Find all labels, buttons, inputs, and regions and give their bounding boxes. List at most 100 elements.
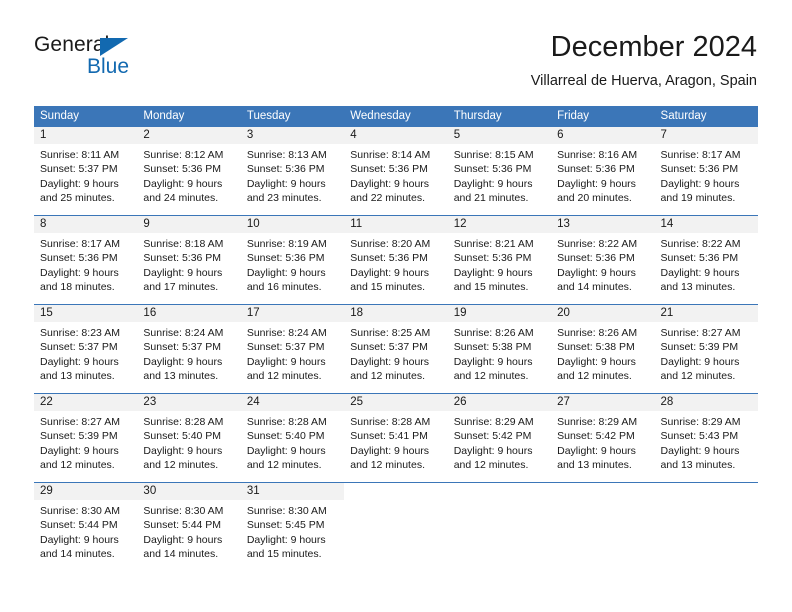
calendar-day-cell[interactable]: 18 Sunrise: 8:25 AM Sunset: 5:37 PM Dayl… <box>344 305 448 393</box>
calendar-day-cell[interactable]: 30 Sunrise: 8:30 AM Sunset: 5:44 PM Dayl… <box>137 483 241 572</box>
calendar-day-cell[interactable]: 11 Sunrise: 8:20 AM Sunset: 5:36 PM Dayl… <box>344 216 448 304</box>
daylight-line-2: and 12 minutes. <box>453 459 529 472</box>
daylight-line-1: Daylight: 9 hours <box>143 266 223 279</box>
generalblue-logo[interactable]: General Blue <box>34 33 204 89</box>
calendar-day-cell[interactable]: 22 Sunrise: 8:27 AM Sunset: 5:39 PM Dayl… <box>34 394 138 482</box>
daylight-line-1: Daylight: 9 hours <box>660 177 740 190</box>
sunrise-line: Sunrise: 8:29 AM <box>557 416 638 428</box>
day-details: Sunrise: 8:22 AM Sunset: 5:36 PM Dayligh… <box>551 234 654 295</box>
daylight-line-2: and 12 minutes. <box>350 459 425 472</box>
calendar-day-cell[interactable]: 7 Sunrise: 8:17 AM Sunset: 5:36 PM Dayli… <box>654 127 758 215</box>
day-number-bar: 15 <box>34 305 138 323</box>
calendar-week-row: 15 Sunrise: 8:23 AM Sunset: 5:37 PM Dayl… <box>34 305 758 394</box>
calendar-day-cell[interactable]: 9 Sunrise: 8:18 AM Sunset: 5:36 PM Dayli… <box>137 216 241 304</box>
day-number: 6 <box>557 129 564 141</box>
calendar-day-cell[interactable]: 14 Sunrise: 8:22 AM Sunset: 5:36 PM Dayl… <box>654 216 758 304</box>
day-details: Sunrise: 8:14 AM Sunset: 5:36 PM Dayligh… <box>344 145 447 206</box>
calendar-day-cell[interactable]: 12 Sunrise: 8:21 AM Sunset: 5:36 PM Dayl… <box>447 216 552 304</box>
title-block: December 2024 Villarreal de Huerva, Arag… <box>531 30 757 90</box>
sunset-line: Sunset: 5:36 PM <box>350 163 428 176</box>
day-number: 19 <box>453 307 467 319</box>
day-number: 2 <box>143 129 150 141</box>
calendar-day-cell[interactable]: 10 Sunrise: 8:19 AM Sunset: 5:36 PM Dayl… <box>240 216 345 304</box>
day-number: 12 <box>453 218 467 230</box>
day-number: 14 <box>660 218 674 230</box>
calendar-day-cell[interactable]: 3 Sunrise: 8:13 AM Sunset: 5:36 PM Dayli… <box>240 127 345 215</box>
calendar-day-cell[interactable]: 29 Sunrise: 8:30 AM Sunset: 5:44 PM Dayl… <box>34 483 138 572</box>
calendar-day-cell[interactable]: 1 Sunrise: 8:11 AM Sunset: 5:37 PM Dayli… <box>34 127 138 215</box>
calendar-day-cell-empty <box>344 483 448 572</box>
calendar-day-cell[interactable]: 17 Sunrise: 8:24 AM Sunset: 5:37 PM Dayl… <box>240 305 345 393</box>
daylight-line-1: Daylight: 9 hours <box>143 533 223 546</box>
calendar-day-cell[interactable]: 21 Sunrise: 8:27 AM Sunset: 5:39 PM Dayl… <box>654 305 758 393</box>
weekday-header-friday: Friday <box>557 110 590 122</box>
calendar-day-cell[interactable]: 2 Sunrise: 8:12 AM Sunset: 5:36 PM Dayli… <box>137 127 241 215</box>
day-number-bar: 21 <box>654 305 758 323</box>
daylight-line-1: Daylight: 9 hours <box>246 355 326 368</box>
daylight-line-2: and 13 minutes. <box>143 370 219 383</box>
day-number-bar: 8 <box>34 216 138 234</box>
calendar-day-cell[interactable]: 19 Sunrise: 8:26 AM Sunset: 5:38 PM Dayl… <box>447 305 552 393</box>
day-number-bar: 26 <box>447 394 552 412</box>
calendar-day-cell[interactable]: 28 Sunrise: 8:29 AM Sunset: 5:43 PM Dayl… <box>654 394 758 482</box>
day-number-bar: 19 <box>447 305 552 323</box>
calendar-day-cell[interactable]: 4 Sunrise: 8:14 AM Sunset: 5:36 PM Dayli… <box>344 127 448 215</box>
sunrise-line: Sunrise: 8:28 AM <box>350 416 431 428</box>
day-number-bar: 16 <box>137 305 241 323</box>
daylight-line-2: and 21 minutes. <box>453 192 529 205</box>
daylight-line-2: and 13 minutes. <box>40 370 115 383</box>
day-number-bar: 11 <box>344 216 448 234</box>
calendar-day-cell[interactable]: 5 Sunrise: 8:15 AM Sunset: 5:36 PM Dayli… <box>447 127 552 215</box>
calendar-day-cell[interactable]: 24 Sunrise: 8:28 AM Sunset: 5:40 PM Dayl… <box>240 394 345 482</box>
day-number: 8 <box>40 218 47 230</box>
sunset-line: Sunset: 5:36 PM <box>350 252 428 265</box>
sunrise-line: Sunrise: 8:27 AM <box>660 327 741 339</box>
daylight-line-2: and 16 minutes. <box>246 281 322 294</box>
daylight-line-1: Daylight: 9 hours <box>40 266 119 279</box>
sunset-line: Sunset: 5:41 PM <box>350 430 428 443</box>
sunset-line: Sunset: 5:38 PM <box>557 341 635 354</box>
day-number: 10 <box>246 218 260 230</box>
day-number: 21 <box>660 307 674 319</box>
day-number: 29 <box>40 485 53 497</box>
day-number: 25 <box>350 396 364 408</box>
daylight-line-2: and 15 minutes. <box>453 281 529 294</box>
sunset-line: Sunset: 5:36 PM <box>660 163 739 176</box>
calendar-day-cell[interactable]: 26 Sunrise: 8:29 AM Sunset: 5:42 PM Dayl… <box>447 394 552 482</box>
daylight-line-1: Daylight: 9 hours <box>660 355 740 368</box>
sunset-line: Sunset: 5:39 PM <box>40 430 118 443</box>
day-number-bar: 28 <box>654 394 758 412</box>
day-details: Sunrise: 8:22 AM Sunset: 5:36 PM Dayligh… <box>655 234 758 295</box>
day-number-bar: 29 <box>34 483 138 501</box>
sunrise-line: Sunrise: 8:21 AM <box>453 238 534 250</box>
day-details: Sunrise: 8:19 AM Sunset: 5:36 PM Dayligh… <box>241 234 344 295</box>
calendar-day-cell[interactable]: 6 Sunrise: 8:16 AM Sunset: 5:36 PM Dayli… <box>551 127 655 215</box>
calendar-day-cell[interactable]: 13 Sunrise: 8:22 AM Sunset: 5:36 PM Dayl… <box>551 216 655 304</box>
daylight-line-1: Daylight: 9 hours <box>557 355 636 368</box>
day-number-bar: 25 <box>344 394 448 412</box>
day-details: Sunrise: 8:29 AM Sunset: 5:42 PM Dayligh… <box>551 412 654 473</box>
calendar-day-cell[interactable]: 27 Sunrise: 8:29 AM Sunset: 5:42 PM Dayl… <box>551 394 655 482</box>
calendar-day-cell[interactable]: 8 Sunrise: 8:17 AM Sunset: 5:36 PM Dayli… <box>34 216 138 304</box>
calendar-day-cell[interactable]: 16 Sunrise: 8:24 AM Sunset: 5:37 PM Dayl… <box>137 305 241 393</box>
calendar-day-cell[interactable]: 20 Sunrise: 8:26 AM Sunset: 5:38 PM Dayl… <box>551 305 655 393</box>
day-number: 11 <box>350 218 363 230</box>
day-details: Sunrise: 8:15 AM Sunset: 5:36 PM Dayligh… <box>448 145 551 206</box>
calendar-week-row: 8 Sunrise: 8:17 AM Sunset: 5:36 PM Dayli… <box>34 216 758 305</box>
weekday-header-wednesday: Wednesday <box>350 110 411 122</box>
calendar-day-cell[interactable]: 23 Sunrise: 8:28 AM Sunset: 5:40 PM Dayl… <box>137 394 241 482</box>
sunset-line: Sunset: 5:36 PM <box>143 163 222 176</box>
weekday-header-saturday: Saturday <box>660 110 707 122</box>
calendar-week-row: 1 Sunrise: 8:11 AM Sunset: 5:37 PM Dayli… <box>34 127 758 216</box>
day-number: 26 <box>453 396 467 408</box>
sunrise-line: Sunrise: 8:30 AM <box>143 505 224 517</box>
daylight-line-1: Daylight: 9 hours <box>40 444 119 457</box>
daylight-line-2: and 20 minutes. <box>557 192 632 205</box>
calendar-day-cell[interactable]: 15 Sunrise: 8:23 AM Sunset: 5:37 PM Dayl… <box>34 305 138 393</box>
calendar-grid: Sunday Monday Tuesday Wednesday Thursday… <box>34 106 758 572</box>
calendar-weekday-header-row: Sunday Monday Tuesday Wednesday Thursday… <box>34 106 758 127</box>
daylight-line-2: and 13 minutes. <box>557 459 632 472</box>
calendar-day-cell[interactable]: 25 Sunrise: 8:28 AM Sunset: 5:41 PM Dayl… <box>344 394 448 482</box>
calendar-day-cell[interactable]: 31 Sunrise: 8:30 AM Sunset: 5:45 PM Dayl… <box>240 483 345 572</box>
day-details: Sunrise: 8:20 AM Sunset: 5:36 PM Dayligh… <box>344 234 447 295</box>
